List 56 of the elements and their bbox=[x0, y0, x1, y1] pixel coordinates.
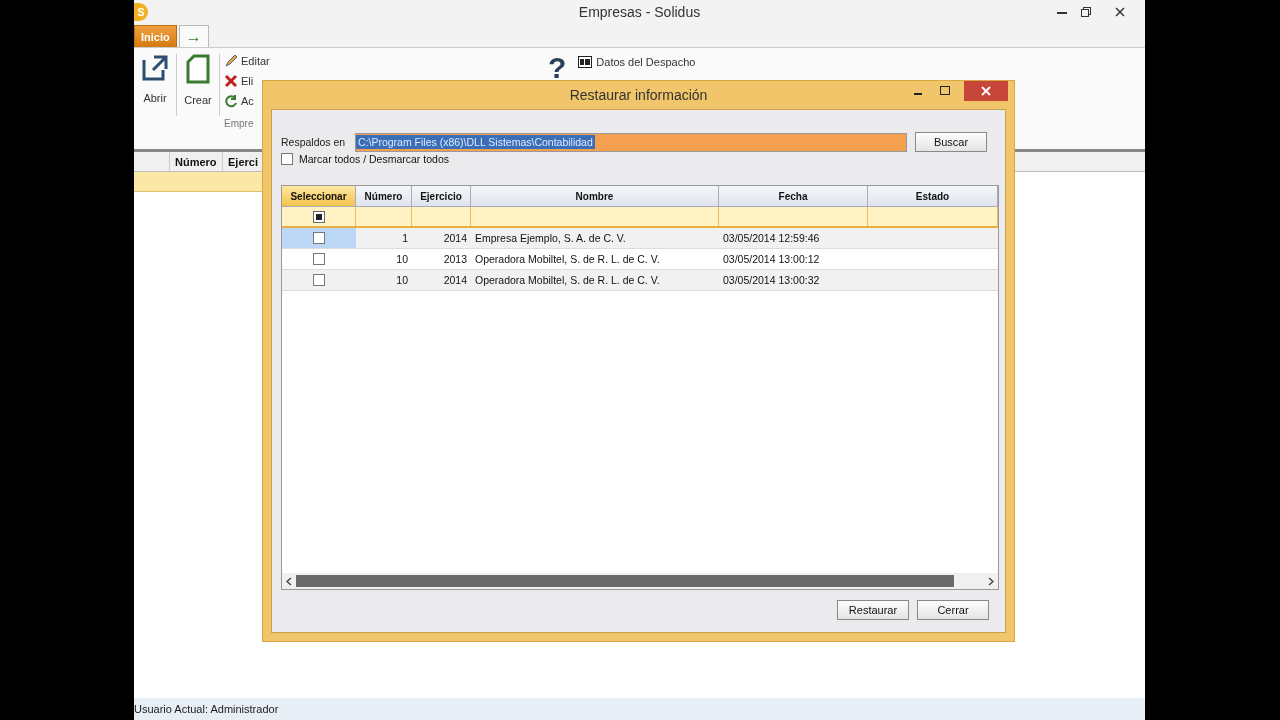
ribbon-tab[interactable]: → bbox=[178, 25, 209, 47]
app-logo: S bbox=[134, 3, 148, 21]
column-header[interactable]: Seleccionar bbox=[282, 186, 356, 207]
table-cell-text: 03/05/2014 12:59:46 bbox=[722, 231, 821, 246]
column-header[interactable]: Ejercicio bbox=[412, 186, 471, 207]
close-icon[interactable] bbox=[1115, 7, 1125, 17]
dialog-title: Restaurar información bbox=[569, 87, 708, 103]
refresh-icon[interactable] bbox=[224, 94, 238, 108]
table-cell-text: 10 bbox=[395, 252, 409, 267]
checkbox[interactable] bbox=[313, 274, 325, 286]
checkbox[interactable] bbox=[313, 232, 325, 244]
table-cell-text: 03/05/2014 13:00:12 bbox=[722, 252, 821, 267]
checkbox-label[interactable]: Marcar todos / Desmarcar todos bbox=[299, 153, 449, 165]
column-header[interactable]: Nombre bbox=[471, 186, 719, 207]
window-title: Empresas - Solidus bbox=[578, 4, 701, 20]
status-bar: Usuario Actual: Administrador bbox=[134, 698, 1145, 720]
horizontal-scrollbar[interactable] bbox=[282, 573, 998, 589]
filter-checkbox[interactable] bbox=[312, 210, 325, 223]
table-cell-text: Operadora Mobiltel, S. de R. L. de C. V. bbox=[474, 252, 661, 267]
ribbon-button-label[interactable]: Crear bbox=[184, 94, 212, 106]
ribbon-button-label[interactable]: Datos del Despacho bbox=[596, 56, 696, 68]
table-cell-text: 10 bbox=[395, 273, 409, 288]
scroll-left-icon[interactable] bbox=[286, 576, 292, 586]
document-icon[interactable] bbox=[186, 54, 210, 84]
pencil-icon[interactable] bbox=[224, 54, 238, 68]
ribbon-button-label[interactable]: Abrir bbox=[143, 92, 167, 104]
id-card-icon[interactable] bbox=[578, 56, 593, 68]
table-cell-text: Empresa Ejemplo, S. A. de C. V. bbox=[474, 231, 627, 246]
scroll-right-icon[interactable] bbox=[988, 576, 994, 586]
browse-button[interactable]: Buscar bbox=[915, 132, 987, 152]
table-cell-text: Operadora Mobiltel, S. de R. L. de C. V. bbox=[474, 273, 661, 288]
dialog-button[interactable]: Restaurar bbox=[837, 600, 909, 620]
table-cell-text: 2013 bbox=[442, 252, 468, 267]
column-header[interactable]: Número bbox=[356, 186, 412, 207]
restore-icon[interactable] bbox=[1081, 7, 1091, 17]
column-header[interactable]: Número bbox=[170, 152, 223, 171]
maximize-icon[interactable] bbox=[940, 86, 950, 95]
table-cell-text: 03/05/2014 13:00:32 bbox=[722, 273, 821, 288]
open-external-icon[interactable] bbox=[141, 54, 169, 82]
path-field[interactable]: C:\Program Files (x86)\DLL Sistemas\Contabilidad bbox=[355, 132, 907, 152]
table-cell-text: 1 bbox=[401, 231, 409, 246]
dialog-button[interactable]: Cerrar bbox=[917, 600, 989, 620]
ribbon-button-label[interactable]: Ac bbox=[241, 95, 254, 107]
delete-icon[interactable] bbox=[224, 74, 238, 88]
column-header[interactable]: Estado bbox=[868, 186, 998, 207]
ribbon-button-label[interactable]: Eli bbox=[241, 75, 254, 87]
checkbox[interactable] bbox=[281, 153, 293, 165]
checkbox[interactable] bbox=[313, 253, 325, 265]
ribbon-group-label: Empre bbox=[224, 118, 255, 129]
table-cell-text: 2014 bbox=[442, 231, 468, 246]
column-header[interactable]: Fecha bbox=[719, 186, 868, 207]
select-cell[interactable] bbox=[282, 228, 356, 248]
path-label: Respaldos en bbox=[281, 136, 347, 148]
table-cell-text: 2014 bbox=[442, 273, 468, 288]
close-button[interactable] bbox=[964, 81, 1008, 101]
ribbon-button-label[interactable]: Editar bbox=[241, 55, 270, 67]
